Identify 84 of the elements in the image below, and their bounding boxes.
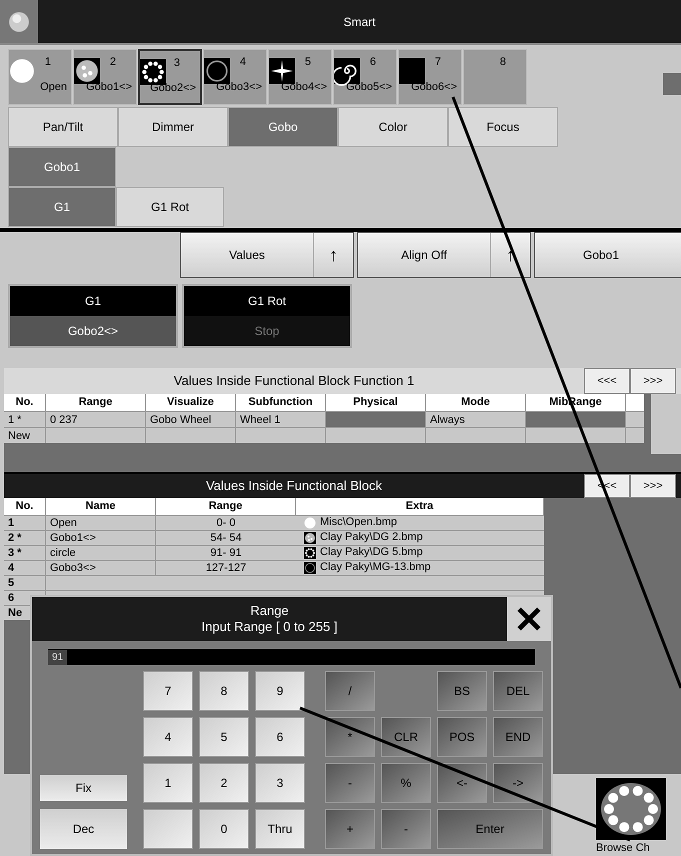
keypad-key[interactable]: <- [437,763,487,803]
keypad-key[interactable]: 3 [255,763,305,803]
table-title: Values Inside Functional Block [204,477,384,496]
arrow-button[interactable]: ↑ [490,233,530,277]
slot-number: 6 [370,55,376,70]
feature-tab[interactable]: Gobo [228,107,338,147]
table-title: Values Inside Functional Block Function 1 [172,372,416,390]
feature-tab[interactable]: Dimmer [118,107,228,147]
channel-value: Stop [184,316,350,346]
table-cell-text: 54- 54 [209,530,243,544]
input-field[interactable]: 91 [48,649,535,665]
channel-value: Gobo2<> [10,316,176,346]
table-cell-text: 91- 91 [209,546,243,560]
slot-number: 8 [500,55,506,70]
previous-button[interactable]: <<< [584,368,630,394]
function-tab[interactable]: G1 [8,187,116,227]
feature-tab[interactable]: Color [338,107,448,147]
keypad-key[interactable] [143,809,193,849]
keypad-key[interactable]: 7 [143,671,193,711]
toolbar-button[interactable]: Values [181,233,313,277]
keypad-key[interactable]: 1 [143,763,193,803]
gobo-icon [304,532,316,544]
gobo-label: Open [40,80,67,94]
keypad-key[interactable]: CLR [381,717,431,757]
slot-number: 5 [304,55,311,70]
table-cell-text: 127-127 [204,560,248,574]
table-cell: New [4,428,46,442]
keypad-key[interactable]: + [325,809,375,849]
keypad-key[interactable]: * [325,717,375,757]
keypad-key[interactable]: -> [493,763,543,803]
keypad-key[interactable]: 6 [255,717,305,757]
next-button[interactable]: >>> [630,474,676,498]
gobo-icon [304,546,316,558]
keypad-key[interactable]: Thru [255,809,305,849]
attribute-tab[interactable]: Gobo1 [8,147,116,187]
keypad-key[interactable]: END [493,717,543,757]
keypad-key[interactable]: - [325,763,375,803]
feature-tab[interactable]: Focus [448,107,558,147]
slot-number: 3 [174,56,180,71]
table-cell-text: 0- 0 [216,516,236,530]
gobo-button[interactable]: 1 Open [8,49,72,105]
window-title: Smart [342,14,376,30]
keypad-key[interactable]: / [325,671,375,711]
keypad-key[interactable]: BS [437,671,487,711]
dialog-subtitle: Input Range [ 0 to 255 ] [202,619,338,636]
keypad-key[interactable]: 9 [255,671,305,711]
gobo-button[interactable]: 8 [463,49,527,105]
channel-name: G1 [84,293,102,310]
keypad-key[interactable]: DEL [493,671,543,711]
feature-tab[interactable]: Pan/Tilt [8,107,118,147]
function-tab[interactable]: G1 Rot [116,187,224,227]
slot-number: 4 [240,55,246,70]
preview-label: Browse Ch [596,841,650,856]
channel-name: G1 Rot [246,293,287,310]
gobo-icon [304,516,316,528]
mode-button[interactable]: Fix [40,775,127,801]
keypad-key[interactable]: Enter [437,809,543,849]
mode-button[interactable]: Dec [40,809,127,849]
keypad-key[interactable]: 2 [199,763,249,803]
arrow-button[interactable]: ↑ [313,233,353,277]
keypad-key[interactable]: - [381,809,431,849]
dialog-title: Range [250,602,289,619]
slot-number: 2 [110,55,116,70]
keypad-key[interactable]: 8 [199,671,249,711]
orb-icon[interactable] [8,10,30,32]
next-button[interactable]: >>> [630,368,676,394]
keypad-key[interactable]: 5 [199,717,249,757]
table-cell: Clay Paky\MG-13.bmp [320,560,431,575]
keypad-key[interactable]: POS [437,717,487,757]
scroll-handle[interactable] [663,73,681,95]
scrollbar[interactable] [651,394,681,454]
close-button[interactable] [507,597,551,641]
table-cell: Clay Paky\DG 5.bmp [320,545,423,560]
keypad-key[interactable]: % [381,763,431,803]
gobo-label: Gobo5<> [346,80,392,94]
table-cell: Misc\Open.bmp [320,515,398,530]
close-icon [515,605,543,633]
slot-number: 1 [44,55,51,70]
gobo-button[interactable]: 6 Gobo5<> [333,49,397,105]
keypad-key[interactable]: 4 [143,717,193,757]
slot-number: 7 [434,55,441,70]
table-cell: Clay Paky\DG 2.bmp [320,530,423,545]
keypad-key[interactable]: 0 [199,809,249,849]
toolbar-button[interactable]: Align Off [358,233,490,277]
